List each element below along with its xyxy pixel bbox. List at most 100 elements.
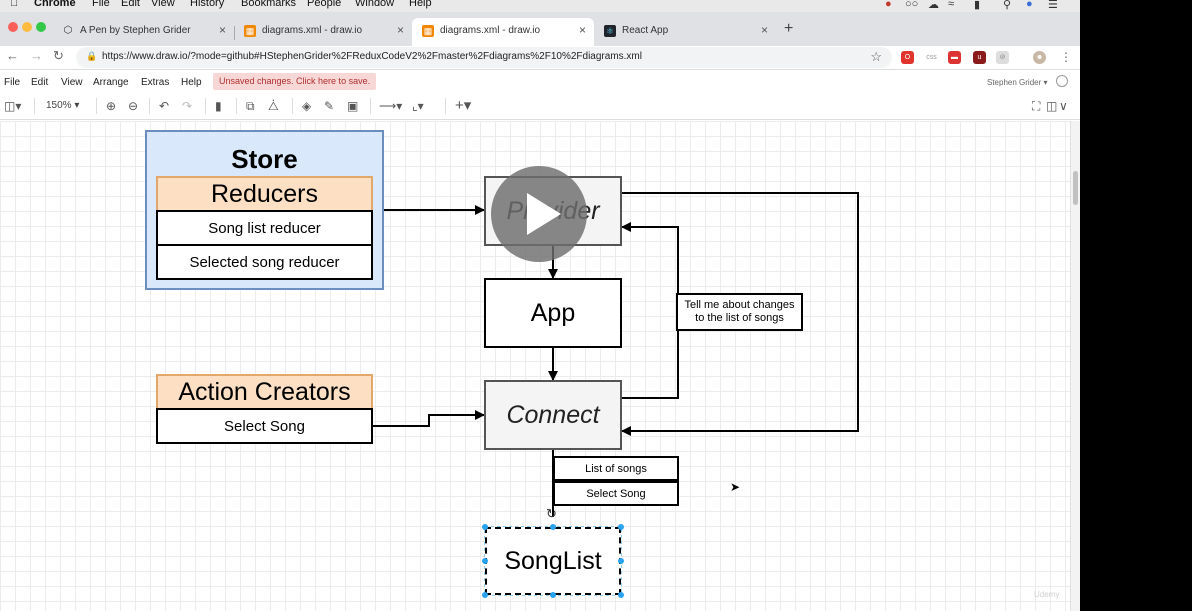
chrome-menu-icon[interactable]: ⋮ — [1060, 50, 1072, 64]
format-panel-icon[interactable]: ◫▾ — [4, 99, 21, 113]
profile-avatar[interactable]: ☻ — [1033, 51, 1046, 64]
siri-icon[interactable]: ● — [1026, 0, 1033, 10]
prop-list-of-songs[interactable]: List of songs — [553, 456, 679, 481]
resize-handle[interactable] — [618, 524, 624, 530]
resize-handle[interactable] — [482, 592, 488, 598]
prop-select-song[interactable]: Select Song — [553, 481, 679, 506]
css-extension-icon[interactable]: css — [925, 51, 938, 64]
menubar-window[interactable]: Window — [355, 0, 394, 9]
status-app-icon[interactable]: ● — [885, 0, 892, 10]
tab-close-icon[interactable]: × — [219, 23, 226, 37]
songlist-box[interactable]: SongList — [485, 527, 621, 595]
rotate-handle-icon[interactable]: ↻ — [546, 506, 557, 522]
battery-icon[interactable]: ▮ — [974, 0, 980, 11]
new-tab-button[interactable]: + — [784, 20, 793, 38]
drawio-menu-view[interactable]: View — [61, 77, 83, 88]
drawio-menu-extras[interactable]: Extras — [141, 77, 169, 88]
selected-song-reducer-box[interactable]: Selected song reducer — [156, 244, 373, 280]
drawio-menu-file[interactable]: File — [4, 77, 20, 88]
undo-icon[interactable]: ↶ — [159, 99, 169, 113]
line-color-icon[interactable]: ✎ — [324, 99, 334, 113]
menubar-edit[interactable]: Edit — [121, 0, 140, 9]
tab-close-icon[interactable]: × — [397, 23, 404, 37]
user-menu[interactable]: Stephen Grider ▾ — [987, 78, 1048, 87]
resize-handle[interactable] — [550, 524, 556, 530]
cloud-icon[interactable]: ☁ — [928, 0, 939, 11]
ublock-extension-icon[interactable]: u — [973, 51, 986, 64]
menubar-app-name[interactable]: Chrome — [34, 0, 76, 9]
insert-plus-icon[interactable]: +▾ — [455, 96, 471, 114]
collapse-icon[interactable]: ∨ — [1059, 99, 1068, 113]
url-text[interactable]: https://www.draw.io/?mode=github#HStephe… — [102, 51, 642, 62]
menubar-history[interactable]: History — [190, 0, 224, 9]
glasses-icon[interactable]: ○○ — [905, 0, 918, 10]
window-close-icon[interactable] — [8, 22, 18, 32]
forward-arrow-icon[interactable]: → — [30, 48, 43, 63]
resize-handle[interactable] — [618, 592, 624, 598]
scrollbar-thumb[interactable] — [1073, 171, 1078, 205]
menubar-people[interactable]: People — [307, 0, 341, 9]
reload-icon[interactable]: ↻ — [53, 48, 64, 64]
menubar-help[interactable]: Help — [409, 0, 432, 9]
mouse-cursor-icon: ➤ — [730, 480, 741, 494]
resize-handle[interactable] — [482, 558, 488, 564]
bookmark-star-icon[interactable]: ☆ — [870, 49, 882, 65]
shadow-icon[interactable]: ▣ — [347, 99, 358, 113]
to-front-icon[interactable]: ⧉ — [246, 99, 255, 114]
toolbar-divider — [149, 98, 150, 114]
window-zoom-icon[interactable] — [36, 22, 46, 32]
tab-drawio-1[interactable]: ▦ diagrams.xml - draw.io × — [234, 18, 412, 46]
menubar-file[interactable]: File — [92, 0, 110, 9]
zoom-level: 150% — [46, 100, 72, 111]
tab-close-icon[interactable]: × — [579, 23, 586, 37]
zoom-out-icon[interactable]: ⊖ — [128, 99, 138, 113]
drawio-menu-help[interactable]: Help — [181, 77, 202, 88]
action-creators-header[interactable]: Action Creators — [156, 374, 373, 410]
opera-extension-icon[interactable]: O — [901, 51, 914, 64]
resize-handle[interactable] — [482, 524, 488, 530]
back-arrow-icon[interactable]: ← — [6, 48, 19, 63]
tab-drawio-active[interactable]: ▦ diagrams.xml - draw.io × — [412, 18, 594, 46]
menubar-bookmarks[interactable]: Bookmarks — [241, 0, 296, 9]
reducers-header[interactable]: Reducers — [156, 176, 373, 212]
wifi-icon[interactable]: ≈ — [948, 0, 954, 10]
fullscreen-icon[interactable]: ⛶ — [1032, 99, 1040, 114]
drawio-menu-row: File Edit View Arrange Extras Help Unsav… — [0, 71, 1080, 93]
connect-box[interactable]: Connect — [484, 380, 622, 450]
connection-style-icon[interactable]: ⟶▾ — [379, 99, 402, 113]
video-play-button[interactable] — [491, 166, 587, 262]
unsaved-changes-button[interactable]: Unsaved changes. Click here to save. — [213, 73, 377, 90]
fill-color-icon[interactable]: ◈ — [302, 99, 311, 113]
menubar-view[interactable]: View — [151, 0, 175, 9]
drawio-menu-edit[interactable]: Edit — [31, 77, 48, 88]
delete-icon[interactable]: ▮ — [215, 99, 222, 113]
tell-me-about-changes-note[interactable]: Tell me about changes to the list of son… — [676, 293, 803, 331]
tab-close-icon[interactable]: × — [761, 23, 768, 37]
drawio-menu-arrange[interactable]: Arrange — [93, 77, 129, 88]
format-toggle-icon[interactable]: ◫ — [1046, 99, 1057, 113]
extension-disabled-icon[interactable]: ⊘ — [996, 51, 1009, 64]
resize-handle[interactable] — [550, 592, 556, 598]
zoom-dropdown[interactable]: 150% ▾ — [46, 100, 79, 111]
vertical-scrollbar[interactable] — [1070, 121, 1080, 611]
drawio-toolbar: ◫▾ 150% ▾ ⊕ ⊖ ↶ ↷ ▮ ⧉ ⧊ ◈ ✎ ▣ ⟶▾ ⌞▾ +▾ ⛶… — [0, 93, 1080, 120]
window-minimize-icon[interactable] — [22, 22, 32, 32]
resize-handle[interactable] — [618, 558, 624, 564]
tab-react-app[interactable]: ⚛ React App × — [594, 18, 776, 46]
notification-center-icon[interactable]: ☰ — [1048, 0, 1058, 11]
language-globe-icon[interactable] — [1056, 75, 1068, 87]
tab-title: diagrams.xml - draw.io — [440, 25, 541, 36]
extension-icon[interactable]: ▬ — [948, 51, 961, 64]
redo-icon[interactable]: ↷ — [182, 99, 192, 113]
spotlight-search-icon[interactable]: ⚲ — [1003, 0, 1011, 11]
to-back-icon[interactable]: ⧊ — [268, 99, 279, 114]
zoom-in-icon[interactable]: ⊕ — [106, 99, 116, 113]
udemy-watermark: Udemy — [1034, 590, 1060, 599]
apple-icon[interactable]:  — [10, 0, 18, 9]
song-list-reducer-box[interactable]: Song list reducer — [156, 210, 373, 246]
address-bar[interactable]: 🔒 https://www.draw.io/?mode=github#HStep… — [76, 47, 892, 68]
tab-codepen[interactable]: ⬡ A Pen by Stephen Grider × — [52, 18, 234, 46]
app-box[interactable]: App — [484, 278, 622, 348]
select-song-action-box[interactable]: Select Song — [156, 408, 373, 444]
waypoints-icon[interactable]: ⌞▾ — [412, 99, 424, 113]
